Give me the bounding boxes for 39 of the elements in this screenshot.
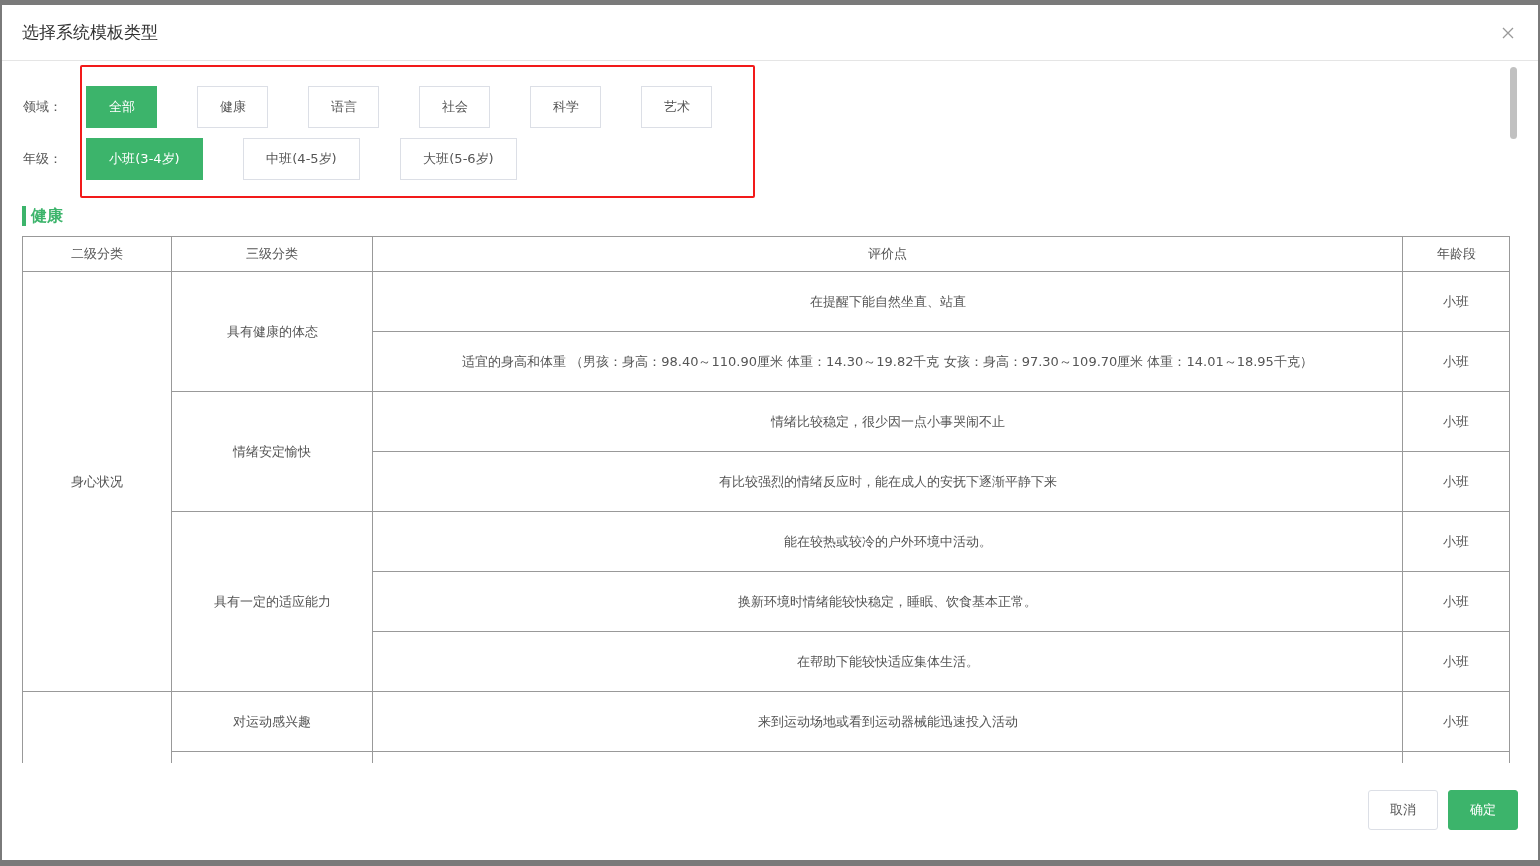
filter-option[interactable]: 艺术 <box>641 86 712 128</box>
filter-option[interactable]: 科学 <box>530 86 601 128</box>
table-cell: 具有健康的体态 <box>171 271 373 392</box>
table-cell: 有比较强烈的情绪反应时，能在成人的安抚下逐渐平静下来 <box>372 451 1403 512</box>
column-header: 二级分类 <box>22 236 172 272</box>
table-cell: 身心状况 <box>22 271 172 692</box>
close-icon[interactable] <box>1502 26 1514 39</box>
dialog-title: 选择系统模板类型 <box>22 21 158 44</box>
filter-option[interactable]: 语言 <box>308 86 379 128</box>
table-cell: 适宜的身高和体重 （男孩：身高：98.40～110.90厘米 体重：14.30～19.82千克 女孩：身高：97.30～109.70厘米 体重：14.01～18.95千克） <box>372 331 1403 392</box>
table-cell: 在帮助下能较快适应集体生活。 <box>372 631 1403 692</box>
table-cell: 情绪安定愉快 <box>171 391 373 512</box>
table-cell: 能在较热或较冷的户外环境中活动。 <box>372 511 1403 572</box>
filter-option[interactable]: 健康 <box>197 86 268 128</box>
table-cell: 小班 <box>1402 391 1510 452</box>
table-cell: 小班 <box>1402 451 1510 512</box>
table-cell: 来到运动场地或看到运动器械能迅速投入活动 <box>372 691 1403 752</box>
table-cell: 情绪比较稳定，很少因一点小事哭闹不止 <box>372 391 1403 452</box>
scrollbar-thumb[interactable] <box>1510 67 1517 139</box>
filter-option[interactable]: 社会 <box>419 86 490 128</box>
column-header: 评价点 <box>372 236 1403 272</box>
filter-label: 年级： <box>23 150 62 168</box>
column-header: 年龄段 <box>1402 236 1510 272</box>
table-cell: 换新环境时情绪能较快稳定，睡眠、饮食基本正常。 <box>372 571 1403 632</box>
cancel-button[interactable]: 取消 <box>1368 790 1438 830</box>
table-cell: 小班 <box>1402 331 1510 392</box>
table-cell: 小班 <box>1402 271 1510 332</box>
table-cell: 小班 <box>1402 691 1510 752</box>
filter-option[interactable]: 大班(5-6岁) <box>400 138 517 180</box>
table-cell: 在提醒下能自然坐直、站直 <box>372 271 1403 332</box>
table-cell: 小班 <box>1402 571 1510 632</box>
column-header: 三级分类 <box>171 236 373 272</box>
table-cell: 对运动感兴趣 <box>171 691 373 752</box>
filter-option[interactable]: 中班(4-5岁) <box>243 138 360 180</box>
table-cell: 具有一定的适应能力 <box>171 511 373 692</box>
table-cell: 小班 <box>1402 631 1510 692</box>
filter-label: 领域： <box>23 98 62 116</box>
section-title: 健康 <box>22 206 1510 226</box>
table-cell: 小班 <box>1402 511 1510 572</box>
